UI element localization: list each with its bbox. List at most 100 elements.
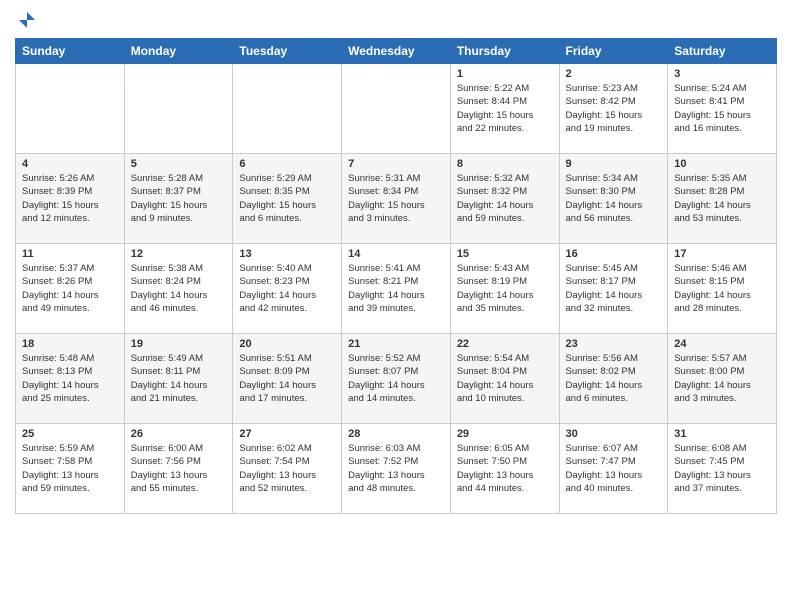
calendar-cell-w3-d4: 22 Sunrise: 5:54 AM Sunset: 8:04 PM Dayli…	[450, 334, 559, 424]
calendar-cell-w3-d1: 19 Sunrise: 5:49 AM Sunset: 8:11 PM Dayli…	[124, 334, 233, 424]
day-number: 12	[131, 248, 227, 260]
day-info: Sunrise: 6:00 AM Sunset: 7:56 PM Dayligh…	[131, 442, 227, 495]
header-day-saturday: Saturday	[668, 39, 777, 64]
calendar-cell-w0-d1	[124, 64, 233, 154]
calendar-table: SundayMondayTuesdayWednesdayThursdayFrid…	[15, 38, 777, 514]
day-number: 19	[131, 338, 227, 350]
calendar-cell-w2-d1: 12Sunrise: 5:38 AM Sunset: 8:24 PM Dayli…	[124, 244, 233, 334]
day-info: Sunrise: 5:57 AM Sunset: 8:00 PM Dayligh…	[674, 352, 770, 405]
day-number: 25	[22, 428, 118, 440]
day-info: Sunrise: 5:29 AM Sunset: 8:35 PM Dayligh…	[239, 172, 335, 225]
day-info: Sunrise: 5:22 AM Sunset: 8:44 PM Dayligh…	[457, 82, 553, 135]
day-info: Sunrise: 6:02 AM Sunset: 7:54 PM Dayligh…	[239, 442, 335, 495]
day-number: 5	[131, 158, 227, 170]
day-info: Sunrise: 6:08 AM Sunset: 7:45 PM Dayligh…	[674, 442, 770, 495]
calendar-cell-w3-d0: 18 Sunrise: 5:48 AM Sunset: 8:13 PM Dayli…	[16, 334, 125, 424]
day-number: 23	[566, 338, 662, 350]
day-info: Sunrise: 5:31 AM Sunset: 8:34 PM Dayligh…	[348, 172, 444, 225]
day-info: Sunrise: 5:51 AM Sunset: 8:09 PM Dayligh…	[239, 352, 335, 405]
day-number: 9	[566, 158, 662, 170]
calendar-cell-w4-d1: 26 Sunrise: 6:00 AM Sunset: 7:56 PM Dayli…	[124, 424, 233, 514]
day-info: Sunrise: 5:46 AM Sunset: 8:15 PM Dayligh…	[674, 262, 770, 315]
day-number: 31	[674, 428, 770, 440]
calendar-week-4: 25 Sunrise: 5:59 AM Sunset: 7:58 PM Dayli…	[16, 424, 777, 514]
calendar-cell-w1-d6: 10 Sunrise: 5:35 AM Sunset: 8:28 PM Dayli…	[668, 154, 777, 244]
calendar-cell-w1-d4: 8Sunrise: 5:32 AM Sunset: 8:32 PM Daylig…	[450, 154, 559, 244]
day-info: Sunrise: 6:05 AM Sunset: 7:50 PM Dayligh…	[457, 442, 553, 495]
day-info: Sunrise: 5:37 AM Sunset: 8:26 PM Dayligh…	[22, 262, 118, 315]
calendar-cell-w1-d0: 4Sunrise: 5:26 AM Sunset: 8:39 PM Daylig…	[16, 154, 125, 244]
day-info: Sunrise: 6:07 AM Sunset: 7:47 PM Dayligh…	[566, 442, 662, 495]
day-number: 15	[457, 248, 553, 260]
logo	[15, 10, 37, 30]
calendar-cell-w0-d0	[16, 64, 125, 154]
day-number: 27	[239, 428, 335, 440]
day-info: Sunrise: 5:26 AM Sunset: 8:39 PM Dayligh…	[22, 172, 118, 225]
day-number: 11	[22, 248, 118, 260]
logo-icon	[17, 10, 37, 30]
calendar-cell-w2-d3: 14 Sunrise: 5:41 AM Sunset: 8:21 PM Dayli…	[342, 244, 451, 334]
calendar-cell-w3-d5: 23Sunrise: 5:56 AM Sunset: 8:02 PM Dayli…	[559, 334, 668, 424]
calendar-header-row: SundayMondayTuesdayWednesdayThursdayFrid…	[16, 39, 777, 64]
day-info: Sunrise: 6:03 AM Sunset: 7:52 PM Dayligh…	[348, 442, 444, 495]
calendar-cell-w0-d2	[233, 64, 342, 154]
day-info: Sunrise: 5:54 AM Sunset: 8:04 PM Dayligh…	[457, 352, 553, 405]
day-info: Sunrise: 5:59 AM Sunset: 7:58 PM Dayligh…	[22, 442, 118, 495]
calendar-cell-w2-d2: 13 Sunrise: 5:40 AM Sunset: 8:23 PM Dayli…	[233, 244, 342, 334]
day-number: 30	[566, 428, 662, 440]
day-number: 24	[674, 338, 770, 350]
day-number: 21	[348, 338, 444, 350]
calendar-cell-w4-d3: 28 Sunrise: 6:03 AM Sunset: 7:52 PM Dayli…	[342, 424, 451, 514]
calendar-cell-w2-d6: 17 Sunrise: 5:46 AM Sunset: 8:15 PM Dayli…	[668, 244, 777, 334]
calendar-cell-w4-d5: 30 Sunrise: 6:07 AM Sunset: 7:47 PM Dayli…	[559, 424, 668, 514]
day-number: 6	[239, 158, 335, 170]
header-day-sunday: Sunday	[16, 39, 125, 64]
day-number: 2	[566, 68, 662, 80]
calendar-cell-w4-d2: 27 Sunrise: 6:02 AM Sunset: 7:54 PM Dayli…	[233, 424, 342, 514]
page-header	[15, 10, 777, 30]
day-info: Sunrise: 5:28 AM Sunset: 8:37 PM Dayligh…	[131, 172, 227, 225]
day-number: 18	[22, 338, 118, 350]
day-number: 1	[457, 68, 553, 80]
header-day-monday: Monday	[124, 39, 233, 64]
calendar-cell-w2-d5: 16 Sunrise: 5:45 AM Sunset: 8:17 PM Dayli…	[559, 244, 668, 334]
day-info: Sunrise: 5:43 AM Sunset: 8:19 PM Dayligh…	[457, 262, 553, 315]
calendar-cell-w0-d4: 1 Sunrise: 5:22 AM Sunset: 8:44 PM Daylig…	[450, 64, 559, 154]
calendar-cell-w2-d4: 15 Sunrise: 5:43 AM Sunset: 8:19 PM Dayli…	[450, 244, 559, 334]
header-day-thursday: Thursday	[450, 39, 559, 64]
day-info: Sunrise: 5:48 AM Sunset: 8:13 PM Dayligh…	[22, 352, 118, 405]
day-number: 3	[674, 68, 770, 80]
day-info: Sunrise: 5:23 AM Sunset: 8:42 PM Dayligh…	[566, 82, 662, 135]
calendar-cell-w4-d6: 31 Sunrise: 6:08 AM Sunset: 7:45 PM Dayli…	[668, 424, 777, 514]
day-number: 17	[674, 248, 770, 260]
header-day-tuesday: Tuesday	[233, 39, 342, 64]
calendar-cell-w0-d3	[342, 64, 451, 154]
day-info: Sunrise: 5:49 AM Sunset: 8:11 PM Dayligh…	[131, 352, 227, 405]
day-number: 10	[674, 158, 770, 170]
day-info: Sunrise: 5:45 AM Sunset: 8:17 PM Dayligh…	[566, 262, 662, 315]
day-info: Sunrise: 5:24 AM Sunset: 8:41 PM Dayligh…	[674, 82, 770, 135]
day-number: 16	[566, 248, 662, 260]
day-number: 13	[239, 248, 335, 260]
calendar-week-3: 18 Sunrise: 5:48 AM Sunset: 8:13 PM Dayli…	[16, 334, 777, 424]
calendar-cell-w3-d6: 24 Sunrise: 5:57 AM Sunset: 8:00 PM Dayli…	[668, 334, 777, 424]
calendar-cell-w0-d6: 3 Sunrise: 5:24 AM Sunset: 8:41 PM Daylig…	[668, 64, 777, 154]
calendar-cell-w3-d3: 21Sunrise: 5:52 AM Sunset: 8:07 PM Dayli…	[342, 334, 451, 424]
day-info: Sunrise: 5:41 AM Sunset: 8:21 PM Dayligh…	[348, 262, 444, 315]
day-number: 26	[131, 428, 227, 440]
calendar-week-0: 1 Sunrise: 5:22 AM Sunset: 8:44 PM Daylig…	[16, 64, 777, 154]
day-info: Sunrise: 5:35 AM Sunset: 8:28 PM Dayligh…	[674, 172, 770, 225]
header-day-wednesday: Wednesday	[342, 39, 451, 64]
day-number: 22	[457, 338, 553, 350]
day-info: Sunrise: 5:32 AM Sunset: 8:32 PM Dayligh…	[457, 172, 553, 225]
day-number: 29	[457, 428, 553, 440]
calendar-cell-w3-d2: 20Sunrise: 5:51 AM Sunset: 8:09 PM Dayli…	[233, 334, 342, 424]
calendar-cell-w1-d5: 9Sunrise: 5:34 AM Sunset: 8:30 PM Daylig…	[559, 154, 668, 244]
day-number: 14	[348, 248, 444, 260]
day-number: 28	[348, 428, 444, 440]
header-day-friday: Friday	[559, 39, 668, 64]
calendar-cell-w0-d5: 2 Sunrise: 5:23 AM Sunset: 8:42 PM Daylig…	[559, 64, 668, 154]
calendar-cell-w1-d1: 5 Sunrise: 5:28 AM Sunset: 8:37 PM Daylig…	[124, 154, 233, 244]
day-info: Sunrise: 5:40 AM Sunset: 8:23 PM Dayligh…	[239, 262, 335, 315]
calendar-cell-w4-d0: 25 Sunrise: 5:59 AM Sunset: 7:58 PM Dayli…	[16, 424, 125, 514]
